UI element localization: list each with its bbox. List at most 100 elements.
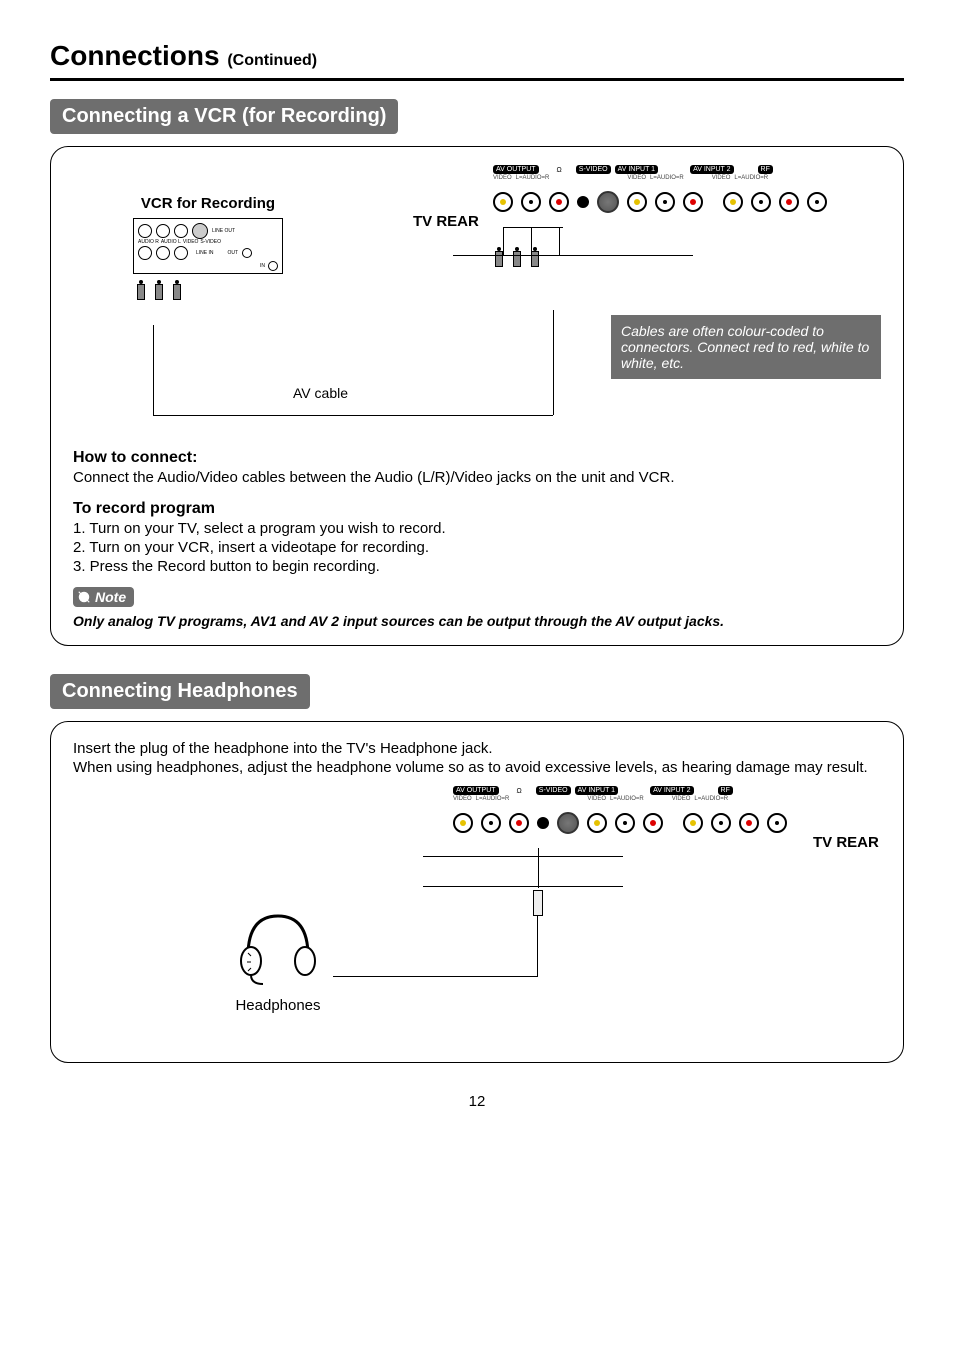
jack-audio-r-in2 — [739, 813, 759, 833]
line — [538, 848, 539, 888]
note-badge: Note — [73, 587, 134, 607]
jack-svideo — [557, 812, 579, 834]
line — [423, 886, 623, 887]
video-sub: VIDEO — [493, 175, 512, 181]
line — [503, 227, 504, 255]
section-box-headphones: Insert the plug of the headphone into th… — [50, 721, 904, 1063]
out-label: OUT — [228, 251, 239, 256]
hp-symbol: Ω — [517, 788, 522, 795]
laudior-sub2: L=AUDIO=R — [650, 175, 684, 181]
av-cable-label: AV cable — [293, 385, 348, 401]
note-badge-label: Note — [95, 589, 126, 605]
step3: 3. Press the Record button to begin reco… — [73, 558, 881, 575]
tv-plugs — [495, 247, 893, 267]
av-output-pill: AV OUTPUT — [453, 786, 499, 795]
howto-text: Connect the Audio/Video cables between t… — [73, 469, 881, 486]
svideo-pill: S-VIDEO — [576, 165, 611, 174]
vcr-jack — [156, 246, 170, 260]
jack-row — [493, 191, 893, 213]
vcr-jack — [174, 224, 188, 238]
av-input1-pill: AV INPUT 1 — [615, 165, 658, 174]
vcr-in-small: IN — [260, 261, 278, 271]
title-continued: (Continued) — [227, 52, 317, 69]
line — [531, 227, 532, 255]
av-output-pill: AV OUTPUT — [493, 165, 539, 174]
vcr-jack — [174, 246, 188, 260]
jack-video-in1 — [627, 192, 647, 212]
svideo-label: S-VIDEO — [200, 240, 221, 245]
headphone-diagram: AV OUTPUT Ω S-VIDEO AV INPUT 1 AV INPUT … — [73, 786, 881, 1046]
jack-video-out — [453, 813, 473, 833]
laudior-sub: L=AUDIO=R — [516, 175, 550, 181]
jack-audio-l-out — [521, 192, 541, 212]
plug-body — [533, 890, 543, 916]
vcr-diagram: VCR for Recording LINE OUT AUDIO R AUDIO… — [73, 165, 881, 445]
vcr-jack — [138, 246, 152, 260]
jack-audio-r-out — [509, 813, 529, 833]
laudior-sub: L=AUDIO=R — [476, 796, 510, 802]
jack-audio-l-in1 — [655, 192, 675, 212]
tv-rear-label-hp: TV REAR — [813, 834, 879, 851]
step2: 2. Turn on your VCR, insert a videotape … — [73, 539, 881, 556]
record-title: To record program — [73, 500, 881, 518]
panel-labels-top: AV OUTPUT Ω S-VIDEO AV INPUT 1 AV INPUT … — [493, 165, 893, 174]
line — [153, 415, 553, 416]
vcr-svideo-out — [192, 223, 208, 239]
line — [423, 856, 623, 857]
vcr-jack-small — [242, 248, 252, 258]
vcr-jack-small — [268, 261, 278, 271]
hp-text2: When using headphones, adjust the headph… — [73, 759, 881, 776]
tv-rear-label: TV REAR — [413, 213, 479, 230]
jack-audio-r-out — [549, 192, 569, 212]
plug-icon — [531, 247, 539, 267]
headphones-block: Headphones — [233, 906, 323, 1014]
hp-plug — [533, 890, 543, 916]
laudior-sub3: L=AUDIO=R — [734, 175, 768, 181]
note-icon — [77, 590, 91, 604]
jack-svideo — [597, 191, 619, 213]
page-number: 12 — [50, 1093, 904, 1110]
tv-rear-panel-hp: AV OUTPUT Ω S-VIDEO AV INPUT 1 AV INPUT … — [453, 786, 787, 834]
in-label: IN — [260, 264, 265, 269]
jack-headphone — [537, 817, 549, 829]
jack-headphone — [577, 196, 589, 208]
svideo-pill: S-VIDEO — [536, 786, 571, 795]
video-label: VIDEO — [183, 240, 199, 245]
line — [453, 255, 693, 256]
headphones-icon — [233, 906, 323, 986]
rf-pill: RF — [718, 786, 733, 795]
info-box: Cables are often colour-coded to connect… — [611, 315, 881, 379]
howto-title: How to connect: — [73, 449, 881, 467]
rf-pill: RF — [758, 165, 773, 174]
line — [333, 976, 538, 977]
jack-audio-r-in1 — [683, 192, 703, 212]
jack-video-out — [493, 192, 513, 212]
av-input2-pill: AV INPUT 2 — [650, 786, 693, 795]
video-sub: VIDEO — [453, 796, 472, 802]
vcr-line-in-row: LINE IN OUT — [138, 246, 278, 260]
vcr-block: VCR for Recording LINE OUT AUDIO R AUDIO… — [133, 195, 283, 300]
panel-labels-sub: VIDEO L=AUDIO=R VIDEO L=AUDIO=R VIDEO L=… — [493, 175, 893, 181]
av-input1-pill: AV INPUT 1 — [575, 786, 618, 795]
line-in-label: LINE IN — [196, 251, 214, 256]
plug-icon — [495, 247, 503, 267]
plug-icon — [137, 280, 145, 300]
hp-text1: Insert the plug of the headphone into th… — [73, 740, 881, 757]
plug-icon — [173, 280, 181, 300]
jack-rf — [767, 813, 787, 833]
jack-audio-r-in1 — [643, 813, 663, 833]
laudior-sub3: L=AUDIO=R — [694, 796, 728, 802]
vcr-label: VCR for Recording — [133, 195, 283, 212]
jack-audio-l-in2 — [751, 192, 771, 212]
section-box-vcr: VCR for Recording LINE OUT AUDIO R AUDIO… — [50, 146, 904, 646]
title-main: Connections — [50, 40, 220, 71]
note-text: Only analog TV programs, AV1 and AV 2 in… — [73, 613, 881, 629]
audio-l-label: AUDIO L — [161, 240, 181, 245]
line — [153, 325, 154, 415]
vcr-line-out-row: LINE OUT — [138, 223, 278, 239]
av-input2-pill: AV INPUT 2 — [690, 165, 733, 174]
video-sub2: VIDEO — [627, 175, 646, 181]
line — [559, 227, 560, 255]
line-out-label: LINE OUT — [212, 229, 235, 234]
hp-symbol: Ω — [557, 167, 562, 174]
